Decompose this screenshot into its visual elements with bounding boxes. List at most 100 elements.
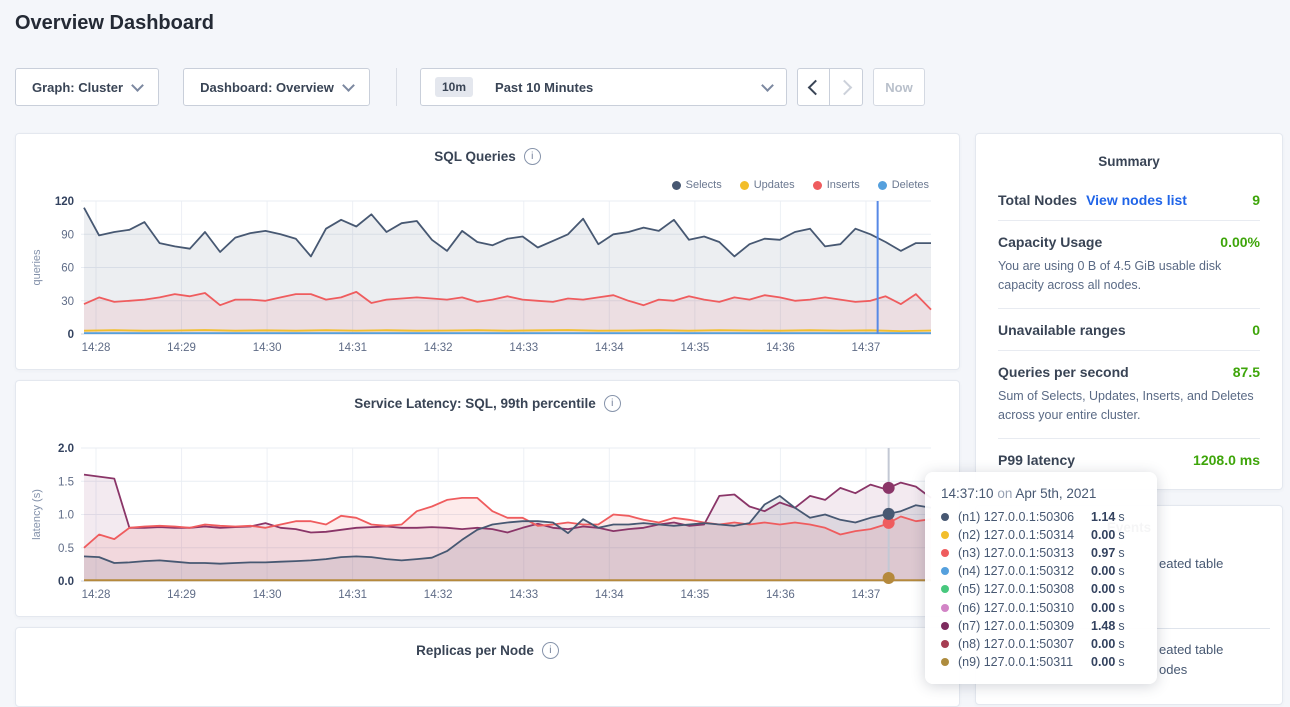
tooltip-node-value: 0.00: [1091, 655, 1115, 669]
info-icon[interactable]: i: [524, 148, 541, 165]
tooltip-node-value: 0.00: [1091, 637, 1115, 651]
tooltip-row: (n4) 127.0.0.1:503120.00s: [941, 562, 1143, 580]
tooltip-value-unit: s: [1118, 619, 1124, 633]
svg-text:14:28: 14:28: [82, 589, 111, 601]
time-prev-button[interactable]: [797, 68, 830, 106]
svg-text:14:30: 14:30: [253, 342, 282, 354]
tooltip-node-value: 0.00: [1091, 582, 1115, 596]
graph-dropdown[interactable]: Graph: Cluster: [15, 68, 159, 106]
event-text-fragment: odes: [1159, 662, 1187, 677]
summary-row-description: You are using 0 B of 4.5 GiB usable disk…: [998, 257, 1260, 296]
node-color-dot-icon: [941, 640, 949, 648]
summary-row-value: 0.00%: [1220, 234, 1260, 250]
node-color-dot-icon: [941, 658, 949, 666]
node-color-dot-icon: [941, 513, 949, 521]
replicas-title: Replicas per Node: [416, 643, 534, 658]
summary-row-label: Total Nodes: [998, 192, 1077, 208]
node-color-dot-icon: [941, 585, 949, 593]
svg-text:60: 60: [61, 263, 74, 275]
svg-text:1.5: 1.5: [58, 476, 74, 488]
time-next-button[interactable]: [830, 68, 863, 106]
tooltip-value-unit: s: [1118, 546, 1124, 560]
svg-text:14:33: 14:33: [509, 589, 538, 601]
sql-queries-title: SQL Queries: [434, 149, 516, 164]
node-color-dot-icon: [941, 622, 949, 630]
summary-row-description: Sum of Selects, Updates, Inserts, and De…: [998, 387, 1260, 426]
service-latency-title: Service Latency: SQL, 99th percentile: [354, 396, 596, 411]
tooltip-node-address: (n1) 127.0.0.1:50306: [958, 510, 1091, 524]
summary-rows: Total NodesView nodes list9Capacity Usag…: [976, 169, 1282, 480]
svg-text:14:34: 14:34: [595, 342, 624, 354]
event-text-fragment: eated table: [1159, 642, 1223, 657]
dashboard-dropdown-label: Dashboard: Overview: [200, 80, 334, 95]
summary-row: Total Nodes View nodes list 9: [998, 179, 1260, 221]
tooltip-node-value: 1.14: [1091, 510, 1115, 524]
chevron-left-icon: [808, 79, 824, 95]
chevron-down-icon: [761, 79, 774, 92]
latency-chart-canvas[interactable]: 0.00.51.01.52.014:2814:2914:3014:3114:32…: [16, 433, 961, 613]
svg-text:14:35: 14:35: [680, 589, 709, 601]
tooltip-node-value: 0.00: [1091, 601, 1115, 615]
tooltip-node-value: 0.97: [1091, 546, 1115, 560]
tooltip-row: (n7) 127.0.0.1:503091.48s: [941, 617, 1143, 635]
time-range-label: Past 10 Minutes: [495, 80, 753, 95]
sql-chart-canvas[interactable]: 030609012014:2814:2914:3014:3114:3214:33…: [16, 186, 961, 366]
svg-text:14:35: 14:35: [680, 342, 709, 354]
tooltip-rows: (n1) 127.0.0.1:503061.14 s (n2) 127.0.0.1:…: [941, 508, 1143, 671]
tooltip-node-value: 0.00: [1091, 528, 1115, 542]
tooltip-node-address: (n7) 127.0.0.1:50309: [958, 619, 1091, 633]
svg-text:30: 30: [61, 296, 74, 308]
service-latency-card: Service Latency: SQL, 99th percentile i …: [15, 380, 960, 617]
tooltip-row: (n8) 127.0.0.1:503070.00s: [941, 635, 1143, 653]
summary-row-value: 87.5: [1233, 364, 1260, 380]
time-nav-buttons: [797, 68, 863, 106]
tooltip-node-address: (n4) 127.0.0.1:50312: [958, 564, 1091, 578]
svg-text:14:36: 14:36: [766, 342, 795, 354]
replicas-per-node-card: Replicas per Node i: [15, 627, 960, 707]
page-title: Overview Dashboard: [15, 12, 214, 35]
node-color-dot-icon: [941, 604, 949, 612]
tooltip-node-address: (n8) 127.0.0.1:50307: [958, 637, 1091, 651]
chevron-right-icon: [836, 79, 852, 95]
graph-dropdown-label: Graph: Cluster: [32, 80, 123, 95]
tooltip-value-unit: s: [1118, 637, 1124, 651]
node-color-dot-icon: [941, 531, 949, 539]
summary-row-value: 9: [1252, 192, 1260, 208]
summary-row-value: 0: [1252, 322, 1260, 338]
tooltip-value-unit: s: [1118, 601, 1124, 615]
summary-row: Queries per second87.5Sum of Selects, Up…: [998, 351, 1260, 439]
info-icon[interactable]: i: [542, 642, 559, 659]
time-range-badge: 10m: [435, 77, 473, 97]
now-button[interactable]: Now: [873, 68, 925, 106]
svg-text:14:37: 14:37: [852, 342, 881, 354]
tooltip-row: (n9) 127.0.0.1:503110.00s: [941, 653, 1143, 671]
summary-panel: Summary Total NodesView nodes list9Capac…: [975, 133, 1283, 490]
tooltip-node-address: (n2) 127.0.0.1:50314: [958, 528, 1091, 542]
tooltip-value-unit: s: [1118, 582, 1124, 596]
svg-text:1.0: 1.0: [58, 510, 74, 522]
summary-row-label: Unavailable ranges: [998, 322, 1126, 338]
view-nodes-list-link[interactable]: View nodes list: [1086, 192, 1187, 208]
svg-text:0.0: 0.0: [58, 576, 74, 588]
svg-text:2.0: 2.0: [58, 443, 74, 455]
tooltip-node-value: 0.00: [1091, 564, 1115, 578]
tooltip-node-address: (n6) 127.0.0.1:50310: [958, 601, 1091, 615]
info-icon[interactable]: i: [604, 395, 621, 412]
summary-title: Summary: [976, 134, 1282, 169]
node-color-dot-icon: [941, 549, 949, 557]
sql-queries-card: SQL Queries i SelectsUpdatesInsertsDelet…: [15, 133, 960, 370]
dashboard-dropdown[interactable]: Dashboard: Overview: [183, 68, 370, 106]
tooltip-node-address: (n3) 127.0.0.1:50313: [958, 546, 1091, 560]
time-range-dropdown[interactable]: 10m Past 10 Minutes: [420, 68, 787, 106]
svg-text:90: 90: [61, 229, 74, 241]
event-text-fragment: eated table: [1159, 556, 1223, 571]
summary-row-label: P99 latency: [998, 452, 1075, 468]
tooltip-row: (n2) 127.0.0.1:503140.00s: [941, 526, 1143, 544]
svg-text:14:31: 14:31: [338, 342, 367, 354]
toolbar-divider: [396, 68, 397, 106]
svg-text:14:33: 14:33: [509, 342, 538, 354]
svg-text:14:32: 14:32: [424, 342, 453, 354]
svg-text:14:37: 14:37: [852, 589, 881, 601]
tooltip-value-unit: s: [1118, 655, 1124, 669]
svg-text:14:30: 14:30: [253, 589, 282, 601]
